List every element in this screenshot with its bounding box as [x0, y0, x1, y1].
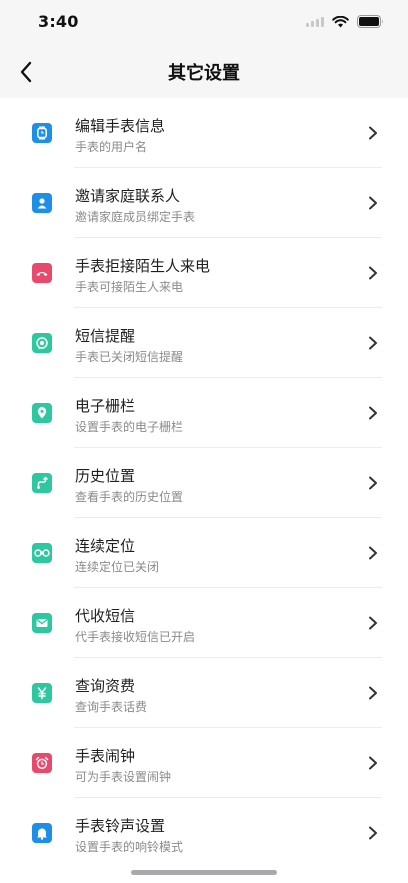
status-time: 3:40 [38, 12, 79, 31]
chevron-right-icon [369, 196, 377, 210]
item-watch-alarm[interactable]: 手表闹钟 可为手表设置闹钟 [0, 728, 408, 798]
item-title: 短信提醒 [75, 327, 136, 345]
item-subtitle: 设置手表的响铃模式 [75, 840, 184, 854]
item-reject-stranger-calls[interactable]: 手表拒接陌生人来电 手表可接陌生人来电 [0, 238, 408, 308]
chevron-right-icon [369, 476, 377, 490]
page-title: 其它设置 [168, 63, 240, 84]
chevron-right-icon [369, 406, 377, 420]
phone-reject-icon [32, 263, 52, 283]
watch-icon [32, 123, 52, 143]
settings-list: 编辑手表信息 手表的用户名 邀请家庭联系人 邀请家庭成员绑定手表 手表拒接陌生人… [0, 98, 408, 868]
item-subtitle: 设置手表的电子栅栏 [75, 420, 184, 434]
item-subtitle: 可为手表设置闹钟 [75, 770, 172, 784]
chevron-right-icon [369, 756, 377, 770]
navigation-bar: 其它设置 [0, 46, 408, 98]
chevron-right-icon [369, 336, 377, 350]
item-title: 电子栅栏 [75, 397, 136, 415]
cellular-signal-icon [306, 16, 324, 27]
chevron-right-icon [369, 616, 377, 630]
item-invite-family-contact[interactable]: 邀请家庭联系人 邀请家庭成员绑定手表 [0, 168, 408, 238]
item-subtitle: 手表的用户名 [75, 140, 148, 154]
chevron-right-icon [369, 266, 377, 280]
battery-icon [357, 15, 383, 28]
home-indicator [131, 870, 277, 875]
chevron-right-icon [369, 826, 377, 840]
item-subtitle: 手表可接陌生人来电 [75, 280, 184, 294]
bell-icon [32, 823, 52, 843]
item-title: 手表铃声设置 [75, 817, 166, 835]
wifi-icon [332, 15, 349, 27]
item-title: 查询资费 [75, 677, 136, 695]
item-title: 代收短信 [75, 607, 136, 625]
item-subtitle: 连续定位已关闭 [75, 560, 160, 574]
alarm-clock-icon [32, 753, 52, 773]
chevron-right-icon [369, 546, 377, 560]
continuous-location-icon [32, 543, 52, 563]
top-area: 3:40 其它设置 [0, 0, 408, 98]
item-history-location[interactable]: 历史位置 查看手表的历史位置 [0, 448, 408, 518]
item-query-charges[interactable]: 查询资费 查询手表话费 [0, 658, 408, 728]
item-ringtone-settings[interactable]: 手表铃声设置 设置手表的响铃模式 [0, 798, 408, 868]
item-continuous-location[interactable]: 连续定位 连续定位已关闭 [0, 518, 408, 588]
item-title: 手表闹钟 [75, 747, 136, 765]
chevron-right-icon [369, 686, 377, 700]
chevron-right-icon [369, 126, 377, 140]
envelope-icon [32, 613, 52, 633]
item-title: 邀请家庭联系人 [75, 187, 181, 205]
message-alert-icon [32, 333, 52, 353]
item-title: 编辑手表信息 [75, 117, 166, 135]
item-subtitle: 代手表接收短信已开启 [75, 630, 196, 644]
item-title: 连续定位 [75, 537, 136, 555]
status-icons [306, 15, 384, 28]
item-sms-reminder[interactable]: 短信提醒 手表已关闭短信提醒 [0, 308, 408, 378]
item-subtitle: 邀请家庭成员绑定手表 [75, 210, 196, 224]
yuan-icon [32, 683, 52, 703]
geofence-icon [32, 403, 52, 423]
item-edit-watch-info[interactable]: 编辑手表信息 手表的用户名 [0, 98, 408, 168]
item-subtitle: 查询手表话费 [75, 700, 148, 714]
item-title: 手表拒接陌生人来电 [75, 257, 211, 275]
item-title: 历史位置 [75, 467, 136, 485]
item-proxy-sms[interactable]: 代收短信 代手表接收短信已开启 [0, 588, 408, 658]
item-subtitle: 查看手表的历史位置 [75, 490, 184, 504]
person-icon [32, 193, 52, 213]
status-bar: 3:40 [0, 0, 408, 46]
history-location-icon [32, 473, 52, 493]
item-subtitle: 手表已关闭短信提醒 [75, 350, 184, 364]
item-geofence[interactable]: 电子栅栏 设置手表的电子栅栏 [0, 378, 408, 448]
